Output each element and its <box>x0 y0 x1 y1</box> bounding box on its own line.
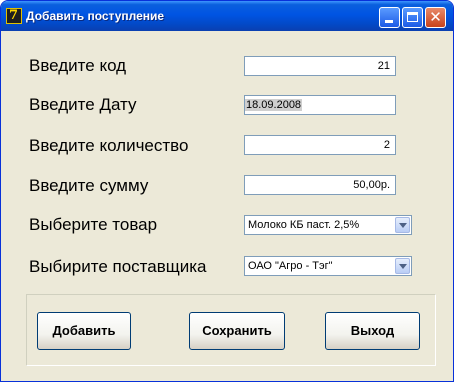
supplier-select-value: ОАО "Агро - Тэг" <box>248 260 333 272</box>
minimize-icon <box>385 20 393 23</box>
quantity-input[interactable]: 2 <box>244 135 396 155</box>
close-icon: ✕ <box>429 8 442 26</box>
minimize-button[interactable] <box>379 7 400 28</box>
sum-input[interactable]: 50,00р. <box>244 175 396 195</box>
code-label: Введите код <box>29 56 127 75</box>
window-title: Добавить поступление <box>26 9 165 23</box>
add-button[interactable]: Добавить <box>37 312 131 350</box>
title-bar[interactable]: 7 Добавить поступление ✕ <box>1 1 453 31</box>
product-select-value: Молоко КБ паст. 2,5% <box>248 219 360 231</box>
quantity-label: Введите количество <box>29 136 189 155</box>
date-input[interactable]: 18.09.2008 <box>244 95 396 115</box>
close-button[interactable]: ✕ <box>425 7 446 28</box>
product-select[interactable]: Молоко КБ паст. 2,5% <box>244 215 412 235</box>
date-label: Введите Дату <box>29 95 137 114</box>
supplier-select[interactable]: ОАО "Агро - Тэг" <box>244 256 412 276</box>
chevron-down-icon[interactable] <box>395 217 410 233</box>
form-client-area: Введите код 21 Введите Дату 18.09.2008 В… <box>4 31 450 378</box>
exit-button[interactable]: Выход <box>325 312 420 350</box>
sum-label: Введите сумму <box>29 176 149 195</box>
chevron-down-icon[interactable] <box>395 258 410 274</box>
app-icon[interactable]: 7 <box>6 8 22 24</box>
dialog-window: 7 Добавить поступление ✕ Введите код 21 … <box>0 0 454 382</box>
code-input[interactable]: 21 <box>244 56 396 76</box>
maximize-button[interactable] <box>402 7 423 28</box>
date-input-value: 18.09.2008 <box>245 99 303 111</box>
save-button[interactable]: Сохранить <box>189 312 285 350</box>
product-label: Выберите товар <box>29 215 158 234</box>
supplier-label: Выбирите поставщика <box>29 257 207 276</box>
maximize-icon <box>407 12 418 22</box>
